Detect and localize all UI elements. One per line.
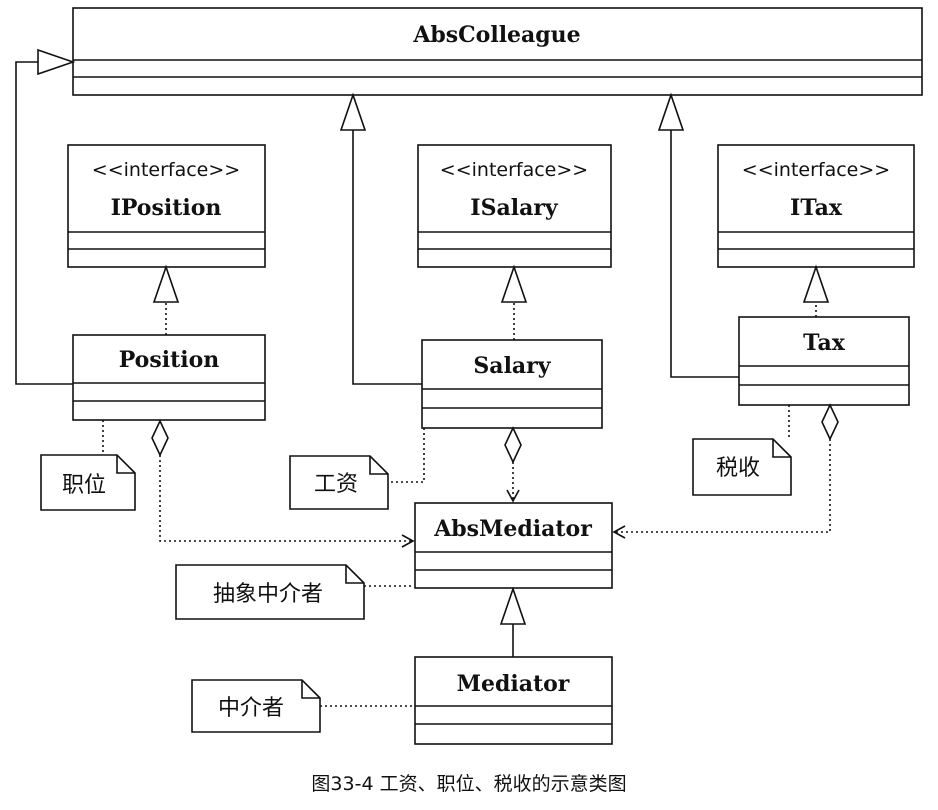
edge-salary-extends-abscolleague <box>339 92 422 385</box>
diagram-canvas: AbsColleague <<interface>> IPosition <<i… <box>15 7 923 795</box>
interface-isalary: <<interface>> ISalary <box>417 144 612 268</box>
note-absmediator-text: 抽象中介者 <box>213 582 323 607</box>
itax-name: ITax <box>790 195 843 221</box>
class-abscolleague: AbsColleague <box>72 7 923 96</box>
edge-position-implements-iposition <box>152 264 180 335</box>
class-mediator: Mediator <box>414 656 613 745</box>
class-position: Position <box>72 334 266 421</box>
position-name: Position <box>119 347 220 373</box>
mediator-name: Mediator <box>457 671 570 697</box>
edge-position-extends-abscolleague <box>15 48 76 385</box>
edge-salary-aggregates-absmediator <box>504 426 522 503</box>
note-mediator: 中介者 <box>191 679 413 733</box>
note-position: 职位 <box>40 420 136 511</box>
isalary-name: ISalary <box>470 195 559 221</box>
class-salary: Salary <box>421 339 603 429</box>
absmediator-name: AbsMediator <box>433 516 592 542</box>
interface-itax: <<interface>> ITax <box>717 144 915 268</box>
note-absmediator: 抽象中介者 <box>175 564 413 620</box>
itax-stereotype: <<interface>> <box>742 159 890 181</box>
abscolleague-name: AbsColleague <box>412 22 580 48</box>
iposition-stereotype: <<interface>> <box>92 159 240 181</box>
tax-name: Tax <box>803 330 846 356</box>
interface-iposition: <<interface>> IPosition <box>67 144 266 268</box>
class-tax: Tax <box>738 316 910 406</box>
note-tax-text: 税收 <box>716 456 760 481</box>
note-mediator-text: 中介者 <box>218 696 284 721</box>
class-diagram: AbsColleague <<interface>> IPosition <<i… <box>0 0 938 805</box>
note-salary: 工资 <box>289 428 425 510</box>
edge-mediator-extends-absmediator <box>499 586 527 657</box>
iposition-name: IPosition <box>111 195 222 221</box>
note-salary-text: 工资 <box>314 472 358 497</box>
edge-salary-implements-isalary <box>500 264 528 340</box>
salary-name: Salary <box>473 353 551 379</box>
figure-caption: 图33-4 工资、职位、税收的示意类图 <box>311 773 626 795</box>
note-tax: 税收 <box>692 405 792 496</box>
note-position-text: 职位 <box>62 473 106 498</box>
edge-tax-implements-itax <box>802 264 830 317</box>
class-absmediator: AbsMediator <box>414 502 613 589</box>
isalary-stereotype: <<interface>> <box>440 159 588 181</box>
